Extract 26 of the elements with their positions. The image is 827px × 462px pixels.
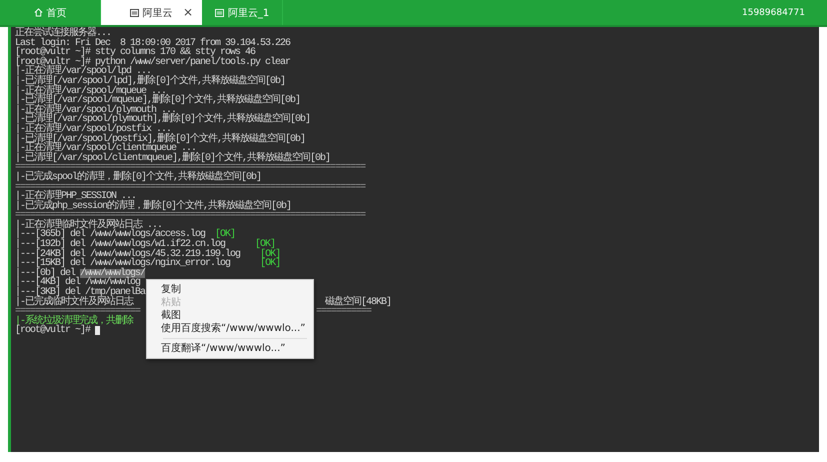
terminal-text: |-已完成php_session的清理，删除[0]个文件,共释放磁盘空间[0b] bbox=[15, 202, 292, 212]
terminal-text: |---[15KB] del /www/wwwlogs/nginx_error.log bbox=[15, 259, 230, 269]
menu-item[interactable]: 使用百度搜索“/www/wwwlo...” bbox=[147, 322, 313, 335]
ok-status: [OK] bbox=[260, 250, 280, 260]
terminal-icon bbox=[130, 8, 138, 16]
account-number: 15989684771 bbox=[742, 8, 805, 18]
terminal-text: 正在尝试连接服务器... bbox=[15, 29, 112, 39]
home-icon bbox=[34, 8, 42, 17]
separator-line: =========== bbox=[316, 307, 372, 317]
menu-item[interactable]: 复制 bbox=[147, 283, 313, 296]
terminal-text: 磁盘空间[48KB] bbox=[325, 298, 392, 308]
terminal-text: |-已清理[/var/spool/clientmqueue],删除[0]个文件,共释放磁盘空间[0b] bbox=[15, 154, 330, 164]
cursor bbox=[95, 326, 100, 336]
ok-status: [OK] bbox=[255, 240, 276, 250]
terminal-text: |-已完成临时文件及网站日志 bbox=[15, 298, 134, 308]
terminal-text: |-已完成spool的清理，删除[0]个文件,共释放磁盘空间[0b] bbox=[15, 172, 262, 182]
terminal-text: [root@vultr ~]# stty columns 170 && stty rows 46 bbox=[15, 48, 256, 58]
terminal-icon bbox=[214, 8, 224, 16]
menu-item[interactable]: 截图 bbox=[147, 309, 313, 322]
ok-status: [OK] bbox=[260, 259, 280, 269]
close-icon[interactable]: × bbox=[182, 5, 193, 19]
terminal-text: [root@vultr ~]# bbox=[15, 326, 92, 336]
tab[interactable]: 阿里云 × bbox=[101, 0, 202, 25]
menu-item[interactable]: 百度翻译“/www/wwwlo...” bbox=[147, 342, 313, 355]
terminal-text: |---[192b] del /www/wwwlogs/w1.if22.cn.log bbox=[15, 240, 226, 250]
ok-status: [OK] bbox=[215, 230, 236, 240]
